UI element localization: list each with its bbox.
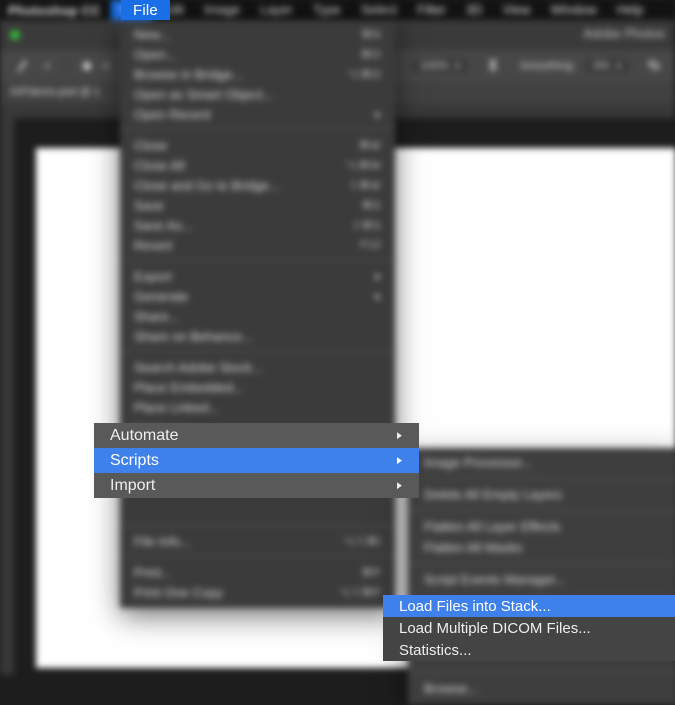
flow-icon[interactable]	[486, 58, 500, 75]
divider	[66, 56, 67, 76]
file-menu: New...⌘N Open...⌘O Browse in Bridge...⌥⌘…	[120, 20, 395, 608]
menu-item-behance[interactable]: Share on Behance...	[120, 326, 395, 346]
menu-item-new[interactable]: New...⌘N	[120, 24, 395, 44]
menu-item-share[interactable]: Share...	[120, 306, 395, 326]
menu-item-revert[interactable]: RevertF12	[120, 235, 395, 255]
menu-item-print-one[interactable]: Print One Copy⌥⇧⌘P	[120, 582, 395, 602]
app-name: Photoshop CC	[8, 3, 101, 18]
separator	[120, 260, 395, 261]
submenu-delete-empty-layers[interactable]: Delete All Empty Layers	[408, 484, 675, 505]
separator	[120, 351, 395, 352]
menu-item-scripts[interactable]: Scripts▶	[94, 448, 419, 473]
scripts-submenu-focus-group: Load Files into Stack... Load Multiple D…	[383, 595, 675, 661]
submenu-image-processor[interactable]: Image Processor...	[408, 452, 675, 473]
menu-item-automate[interactable]: Automate▶	[94, 423, 419, 448]
menubar: Photoshop CC File Edit Image Layer Type …	[0, 0, 675, 20]
separator	[120, 556, 395, 557]
ruler-vertical	[0, 104, 14, 675]
separator	[408, 672, 675, 673]
tool-icon[interactable]	[14, 57, 32, 75]
separator	[408, 563, 675, 564]
gear-icon[interactable]	[647, 58, 661, 75]
smoothing-value[interactable]: 0%	[586, 59, 629, 73]
menu-item-print[interactable]: Print...⌘P	[120, 562, 395, 582]
menu-layer[interactable]: Layer	[250, 0, 303, 20]
menu-item-open-smart[interactable]: Open as Smart Object...	[120, 84, 395, 104]
menu-item-place-linked[interactable]: Place Linked...	[120, 397, 395, 417]
smoothing-label: Smoothing:	[520, 60, 576, 72]
menu-view[interactable]: View	[493, 0, 541, 20]
menu-item-generate[interactable]: Generate	[120, 286, 395, 306]
separator	[408, 510, 675, 511]
menu-item-fileinfo[interactable]: File Info...⌥⇧⌘I	[120, 531, 395, 551]
separator	[120, 525, 395, 526]
menu-item-import[interactable]: Import▶	[94, 473, 419, 498]
window-app-title: Adobe Photos	[583, 26, 665, 41]
submenu-load-files-stack[interactable]: Load Files into Stack...	[383, 595, 675, 617]
scripts-submenu: Image Processor... Delete All Empty Laye…	[408, 448, 675, 705]
menu-item-export[interactable]: Export	[120, 266, 395, 286]
tool-dropdown[interactable]	[42, 60, 50, 72]
menu-item-close-bridge[interactable]: Close and Go to Bridge...⇧⌘W	[120, 175, 395, 195]
menu-item-save-as[interactable]: Save As...⇧⌘S	[120, 215, 395, 235]
menu-item-browse-bridge[interactable]: Browse in Bridge...⌥⌘O	[120, 64, 395, 84]
zoom-value[interactable]: 100%	[412, 59, 468, 73]
file-menu-focus-group: Automate▶ Scripts▶ Import▶	[94, 423, 419, 498]
menu-3d[interactable]: 3D	[456, 0, 493, 20]
menu-filter[interactable]: Filter	[407, 0, 456, 20]
menu-item-close-all[interactable]: Close All⌥⌘W	[120, 155, 395, 175]
brush-dropdown[interactable]	[101, 60, 109, 72]
submenu-load-dicom[interactable]: Load Multiple DICOM Files...	[383, 617, 675, 639]
menu-file-selected[interactable]: File	[121, 0, 170, 20]
menu-select[interactable]: Select	[351, 0, 407, 20]
separator	[408, 478, 675, 479]
submenu-browse[interactable]: Browse...	[408, 678, 675, 699]
menu-item-close[interactable]: Close⌘W	[120, 135, 395, 155]
menu-item-open-recent[interactable]: Open Recent	[120, 104, 395, 124]
submenu-flatten-effects[interactable]: Flatten All Layer Effects	[408, 516, 675, 537]
submenu-flatten-masks[interactable]: Flatten All Masks	[408, 537, 675, 558]
menu-type[interactable]: Type	[303, 0, 351, 20]
menu-item-open[interactable]: Open...⌘O	[120, 44, 395, 64]
menu-item-stock[interactable]: Search Adobe Stock...	[120, 357, 395, 377]
menu-item-place-embedded[interactable]: Place Embedded...	[120, 377, 395, 397]
menu-help[interactable]: Help	[607, 0, 654, 20]
menu-window[interactable]: Window	[541, 0, 607, 20]
window-maximize-dot[interactable]	[10, 30, 20, 40]
menu-image[interactable]: Image	[194, 0, 250, 20]
submenu-script-events[interactable]: Script Events Manager...	[408, 569, 675, 590]
submenu-statistics[interactable]: Statistics...	[383, 639, 675, 661]
separator	[120, 129, 395, 130]
brush-preview[interactable]	[83, 62, 91, 70]
tab-label: GIFdemo.psd @ 1	[10, 86, 100, 98]
menu-item-save[interactable]: Save⌘S	[120, 195, 395, 215]
